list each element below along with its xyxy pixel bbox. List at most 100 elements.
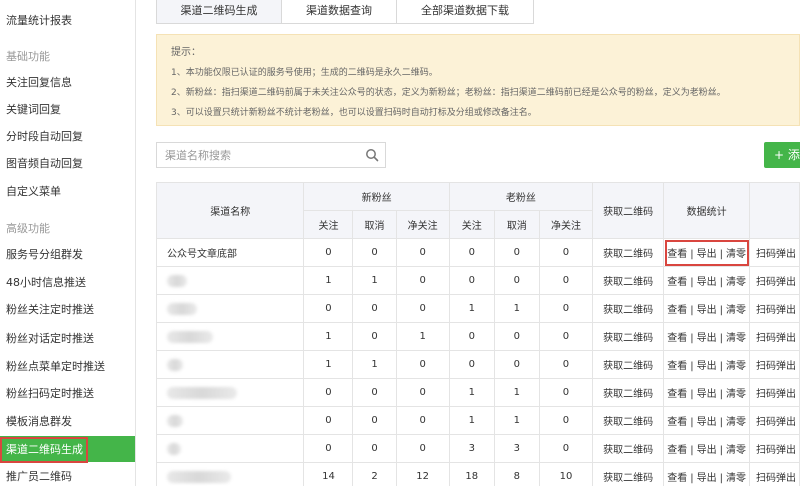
sidebar-item[interactable]: 48小时信息推送 [0, 270, 135, 296]
add-channel-button[interactable]: + 添 [764, 142, 800, 168]
get-qr-link[interactable]: 获取二维码 [592, 238, 665, 267]
sidebar-item[interactable]: 粉丝点菜单定时推送 [0, 354, 135, 380]
new-fans-cancel-cell: 2 [352, 462, 397, 486]
get-qr-link[interactable]: 获取二维码 [592, 434, 665, 463]
sidebar-item[interactable]: 粉丝扫码定时推送 [0, 381, 135, 407]
stats-cell: 查看 | 导出 | 清零 [663, 322, 751, 351]
table-row: 1 1 0 0 0 0 获取二维码 查看 | 导出 | 清零 扫码弹出 [155, 350, 800, 379]
sidebar-item[interactable]: 粉丝关注定时推送 [0, 297, 135, 323]
new-fans-cancel-cell: 0 [352, 294, 397, 323]
stats-export-link[interactable]: 导出 [697, 473, 717, 484]
sidebar-item[interactable]: 关注回复信息 [0, 70, 135, 96]
separator: | [690, 389, 694, 400]
separator: | [690, 361, 694, 372]
main-panel: 渠道二维码生成 渠道数据查询 全部渠道数据下载 提示： 1、本功能仅限已认证的服… [136, 0, 800, 486]
stats-export-link[interactable]: 导出 [697, 361, 717, 372]
stats-view-link[interactable]: 查看 [667, 305, 687, 316]
stats-clear-link[interactable]: 清零 [726, 333, 746, 344]
stats-clear-link[interactable]: 清零 [726, 277, 746, 288]
get-qr-link[interactable]: 获取二维码 [592, 322, 665, 351]
stats-export-link[interactable]: 导出 [697, 389, 717, 400]
sidebar-item[interactable]: 图音频自动回复 [0, 151, 135, 177]
stats-export-link[interactable]: 导出 [697, 417, 717, 428]
notice-title: 提示： [171, 47, 201, 58]
search-icon[interactable] [365, 148, 379, 162]
stats-export-link[interactable]: 导出 [697, 305, 717, 316]
new-fans-net-cell: 0 [395, 406, 450, 435]
new-fans-net-cell: 12 [395, 462, 450, 486]
scan-popup-link[interactable]: 扫码弹出 [749, 378, 800, 407]
stats-export-link[interactable]: 导出 [697, 445, 717, 456]
get-qr-link[interactable]: 获取二维码 [592, 294, 665, 323]
stats-view-link[interactable]: 查看 [667, 445, 687, 456]
stats-view-link[interactable]: 查看 [667, 249, 687, 260]
old-fans-follow-cell: 3 [448, 434, 495, 463]
stats-view-link[interactable]: 查看 [667, 389, 687, 400]
sidebar-item[interactable]: 分时段自动回复 [0, 124, 135, 150]
stats-view-link[interactable]: 查看 [667, 277, 687, 288]
get-qr-link[interactable]: 获取二维码 [592, 406, 665, 435]
sidebar-item[interactable]: 渠道二维码生成 [0, 437, 88, 463]
header-old-net: 净关注 [538, 210, 594, 239]
blurred-channel-name [167, 302, 197, 315]
sidebar-item[interactable]: 模板消息群发 [0, 409, 135, 435]
sidebar-item[interactable]: 服务号分组群发 [0, 242, 135, 268]
header-new-follow: 关注 [303, 210, 354, 239]
blurred-channel-name [167, 330, 213, 343]
new-fans-cancel-cell: 0 [352, 238, 397, 267]
stats-links: 查看 | 导出 | 清零 [667, 441, 746, 456]
old-fans-follow-cell: 0 [448, 238, 495, 267]
table-row: 0 0 0 1 1 0 获取二维码 查看 | 导出 | 清零 扫码弹出 [155, 378, 800, 407]
get-qr-link[interactable]: 获取二维码 [592, 462, 665, 486]
stats-export-link[interactable]: 导出 [697, 277, 717, 288]
separator: | [719, 473, 724, 484]
new-fans-net-cell: 0 [395, 378, 450, 407]
new-fans-net-cell: 1 [395, 322, 450, 351]
table-row: 公众号文章底部 0 0 0 0 0 0 获取二维码 查看 | 导出 | 清零 扫码弹出 [155, 238, 800, 267]
stats-clear-link[interactable]: 清零 [726, 249, 746, 260]
sidebar-item[interactable]: 自定义菜单 [0, 179, 135, 205]
notice-line: 3、可以设置只统计新粉丝不统计老粉丝，也可以设置扫码时自动打标及分组或修改备注名… [171, 108, 537, 118]
sidebar-item[interactable]: 流量统计报表 [0, 8, 135, 34]
scan-popup-link[interactable]: 扫码弹出 [749, 350, 800, 379]
old-fans-follow-cell: 0 [448, 266, 495, 295]
scan-popup-link[interactable]: 扫码弹出 [749, 294, 800, 323]
sidebar-item[interactable]: 推广员二维码 [0, 464, 135, 486]
tab-data-query[interactable]: 渠道数据查询 [281, 0, 397, 24]
scan-popup-link[interactable]: 扫码弹出 [749, 238, 800, 267]
stats-view-link[interactable]: 查看 [667, 333, 687, 344]
header-get-qr: 获取二维码 [592, 182, 665, 239]
get-qr-link[interactable]: 获取二维码 [592, 378, 665, 407]
stats-clear-link[interactable]: 清零 [726, 305, 746, 316]
tab-qr-generate[interactable]: 渠道二维码生成 [156, 0, 282, 24]
stats-export-link[interactable]: 导出 [697, 333, 717, 344]
tab-data-download[interactable]: 全部渠道数据下载 [396, 0, 534, 24]
table-row: 1 1 0 0 0 0 获取二维码 查看 | 导出 | 清零 扫码弹出 [155, 266, 800, 295]
scan-popup-link[interactable]: 扫码弹出 [749, 266, 800, 295]
sidebar-item[interactable]: 关键词回复 [0, 97, 135, 123]
scan-popup-link[interactable]: 扫码弹出 [749, 434, 800, 463]
scan-popup-link[interactable]: 扫码弹出 [749, 406, 800, 435]
header-old-fans: 老粉丝 [448, 182, 594, 211]
get-qr-link[interactable]: 获取二维码 [592, 266, 665, 295]
stats-clear-link[interactable]: 清零 [726, 417, 746, 428]
stats-export-link[interactable]: 导出 [697, 249, 717, 260]
stats-view-link[interactable]: 查看 [667, 361, 687, 372]
stats-cell: 查看 | 导出 | 清零 [663, 406, 751, 435]
channel-name-cell [155, 378, 305, 407]
new-fans-follow-cell: 0 [303, 406, 354, 435]
sidebar-item[interactable]: 粉丝对话定时推送 [0, 326, 135, 352]
old-fans-cancel-cell: 1 [493, 406, 540, 435]
channel-name-cell: 公众号文章底部 [155, 238, 305, 267]
old-fans-cancel-cell: 3 [493, 434, 540, 463]
scan-popup-link[interactable]: 扫码弹出 [749, 462, 800, 486]
stats-clear-link[interactable]: 清零 [726, 445, 746, 456]
search-input[interactable] [157, 143, 357, 167]
get-qr-link[interactable]: 获取二维码 [592, 350, 665, 379]
stats-view-link[interactable]: 查看 [667, 473, 687, 484]
stats-clear-link[interactable]: 清零 [726, 473, 746, 484]
scan-popup-link[interactable]: 扫码弹出 [749, 322, 800, 351]
stats-clear-link[interactable]: 清零 [726, 389, 746, 400]
stats-view-link[interactable]: 查看 [667, 417, 687, 428]
stats-clear-link[interactable]: 清零 [726, 361, 746, 372]
